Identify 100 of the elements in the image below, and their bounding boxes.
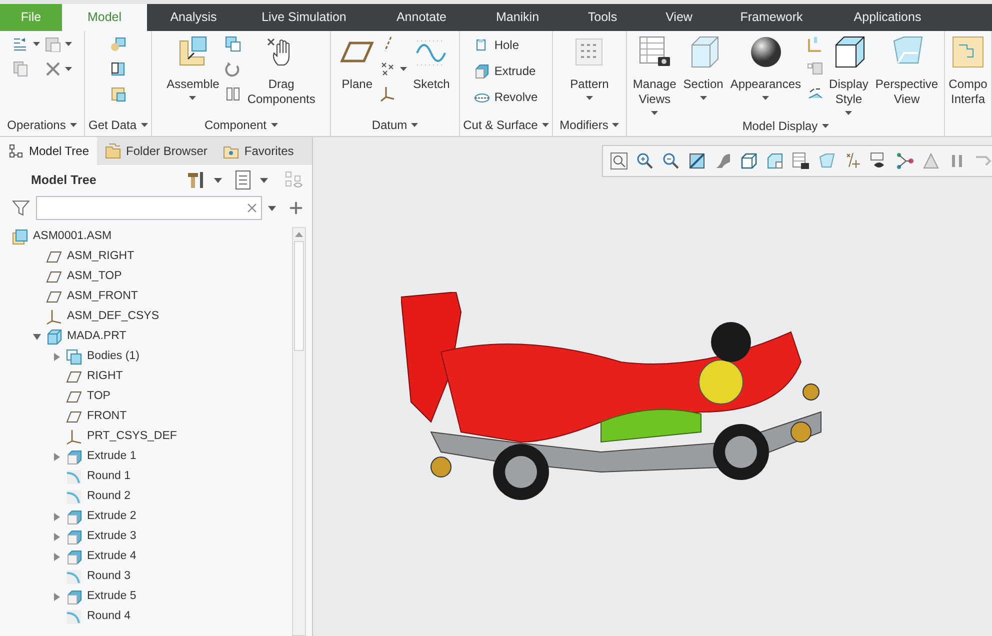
clear-icon[interactable] xyxy=(247,203,258,213)
add-icon[interactable] xyxy=(290,202,302,214)
ribbon-button[interactable]: Drag Components xyxy=(246,35,316,107)
caret-icon[interactable] xyxy=(189,96,196,100)
group-menu[interactable]: Modifiers xyxy=(560,116,620,134)
ribbon-button[interactable]: Appearances xyxy=(729,35,802,100)
tree-item[interactable]: ASM_RIGHT xyxy=(67,248,134,266)
menu-tab[interactable]: Live Simulation xyxy=(240,4,368,31)
menu-tab[interactable]: Manikin xyxy=(475,4,560,31)
tree-item[interactable]: Extrude 1 xyxy=(87,448,136,466)
toolbar-button[interactable] xyxy=(661,152,680,170)
expand-icon[interactable] xyxy=(52,352,62,362)
ribbon-button[interactable]: Display Style xyxy=(828,35,870,115)
paste-icon xyxy=(44,36,60,52)
toolbar-button[interactable] xyxy=(739,152,758,170)
ribbon-button[interactable]: Section xyxy=(682,35,724,100)
caret-icon[interactable] xyxy=(70,123,77,127)
menu-tab[interactable]: Tools xyxy=(560,4,645,31)
tool-button[interactable] xyxy=(44,60,72,78)
ribbon-button[interactable]: Revolve xyxy=(474,87,538,107)
caret-icon[interactable] xyxy=(270,123,278,127)
caret-icon[interactable] xyxy=(400,67,408,71)
menu-tab[interactable]: View xyxy=(645,4,713,31)
ribbon-button[interactable]: Extrude xyxy=(474,61,538,81)
expand-icon[interactable] xyxy=(52,532,62,542)
tree-item[interactable]: MADA.PRT xyxy=(67,328,126,346)
tree-item[interactable]: Extrude 3 xyxy=(87,528,136,546)
caret-icon[interactable] xyxy=(32,42,40,46)
ribbon-button[interactable]: Assemble xyxy=(166,35,220,100)
tree-item[interactable]: Round 2 xyxy=(87,488,130,506)
menu-tab[interactable]: Applications xyxy=(830,4,945,31)
caret-icon[interactable] xyxy=(268,206,276,210)
tree-item[interactable]: Extrude 5 xyxy=(87,588,136,606)
menu-tab[interactable]: Model xyxy=(62,4,147,31)
caret-icon[interactable] xyxy=(845,111,852,115)
caret-icon[interactable] xyxy=(411,123,418,127)
expand-icon[interactable] xyxy=(52,512,62,522)
caret-icon[interactable] xyxy=(651,111,658,115)
group-menu[interactable]: Operations xyxy=(7,116,77,134)
ribbon-button[interactable]: Pattern xyxy=(569,35,610,100)
caret-icon[interactable] xyxy=(260,178,268,182)
ribbon-button[interactable]: Perspective View xyxy=(874,35,940,107)
expand-icon[interactable] xyxy=(52,552,62,562)
group-menu[interactable]: Cut & Surface xyxy=(463,116,549,134)
tool-button[interactable] xyxy=(380,60,408,78)
scroll-thumb[interactable] xyxy=(294,241,304,351)
caret-icon[interactable] xyxy=(64,67,72,71)
menu-tab[interactable]: Analysis xyxy=(147,4,240,31)
tree-item[interactable]: Round 3 xyxy=(87,568,130,586)
expand-icon[interactable] xyxy=(52,452,62,462)
tools-icon[interactable] xyxy=(186,170,206,190)
tool-button[interactable] xyxy=(12,35,40,53)
ribbon-button[interactable]: Hole xyxy=(474,35,538,55)
toolbar-button[interactable] xyxy=(791,152,810,170)
caret-icon[interactable] xyxy=(140,123,148,127)
tree-item[interactable]: FRONT xyxy=(87,408,127,426)
tree-item[interactable]: TOP xyxy=(87,388,110,406)
toolbar-button[interactable] xyxy=(635,152,654,170)
caret-icon[interactable] xyxy=(586,96,593,100)
group-menu[interactable]: Datum xyxy=(372,116,418,134)
caret-icon[interactable] xyxy=(700,96,707,100)
expand-icon[interactable] xyxy=(52,592,62,602)
ribbon-button[interactable]: Compo Interfa xyxy=(948,35,988,107)
panel-tab[interactable]: Model Tree xyxy=(0,137,98,165)
toolbar-button[interactable] xyxy=(687,152,706,170)
filter-icon[interactable] xyxy=(12,199,30,217)
plane-icon xyxy=(66,389,82,405)
ribbon-button[interactable]: Manage Views xyxy=(632,35,678,115)
menu-tab[interactable]: Framework xyxy=(713,4,830,31)
toolbar-button[interactable] xyxy=(609,152,628,170)
list-settings-icon[interactable] xyxy=(234,170,252,190)
tree-item[interactable]: ASM_FRONT xyxy=(67,288,138,306)
plane-icon xyxy=(66,369,82,385)
ribbon-button[interactable]: Plane xyxy=(339,35,376,92)
tool-button[interactable] xyxy=(44,35,72,53)
scrollbar[interactable] xyxy=(292,227,306,636)
menu-tab[interactable]: Annotate xyxy=(368,4,475,31)
group-menu[interactable]: Get Data xyxy=(88,116,148,134)
tree-item[interactable]: Extrude 2 xyxy=(87,508,136,526)
toolbar-button[interactable] xyxy=(895,152,914,170)
tree-item[interactable]: RIGHT xyxy=(87,368,123,386)
group-menu[interactable]: Model Display xyxy=(742,116,829,134)
tree-item[interactable]: ASM0001.ASM xyxy=(33,228,112,246)
tree-item[interactable]: Bodies (1) xyxy=(87,348,140,366)
group-menu[interactable]: Component xyxy=(204,116,278,134)
search-field[interactable] xyxy=(36,196,262,220)
tree-item[interactable]: ASM_DEF_CSYS xyxy=(67,308,160,326)
tree-item[interactable]: PRT_CSYS_DEF xyxy=(87,428,177,446)
collapse-icon[interactable] xyxy=(32,332,42,342)
ribbon-button[interactable]: Sketch xyxy=(412,35,451,92)
caret-icon[interactable] xyxy=(762,96,770,100)
caret-icon[interactable] xyxy=(822,124,829,128)
caret-icon[interactable] xyxy=(64,42,72,46)
tree-item[interactable]: Round 4 xyxy=(87,608,130,626)
tree-item[interactable]: ASM_TOP xyxy=(67,268,122,286)
caret-icon[interactable] xyxy=(214,178,222,182)
caret-icon[interactable] xyxy=(542,123,549,127)
tree-item[interactable]: Extrude 4 xyxy=(87,548,136,566)
tree-item[interactable]: Round 1 xyxy=(87,468,130,486)
caret-icon[interactable] xyxy=(612,123,620,127)
